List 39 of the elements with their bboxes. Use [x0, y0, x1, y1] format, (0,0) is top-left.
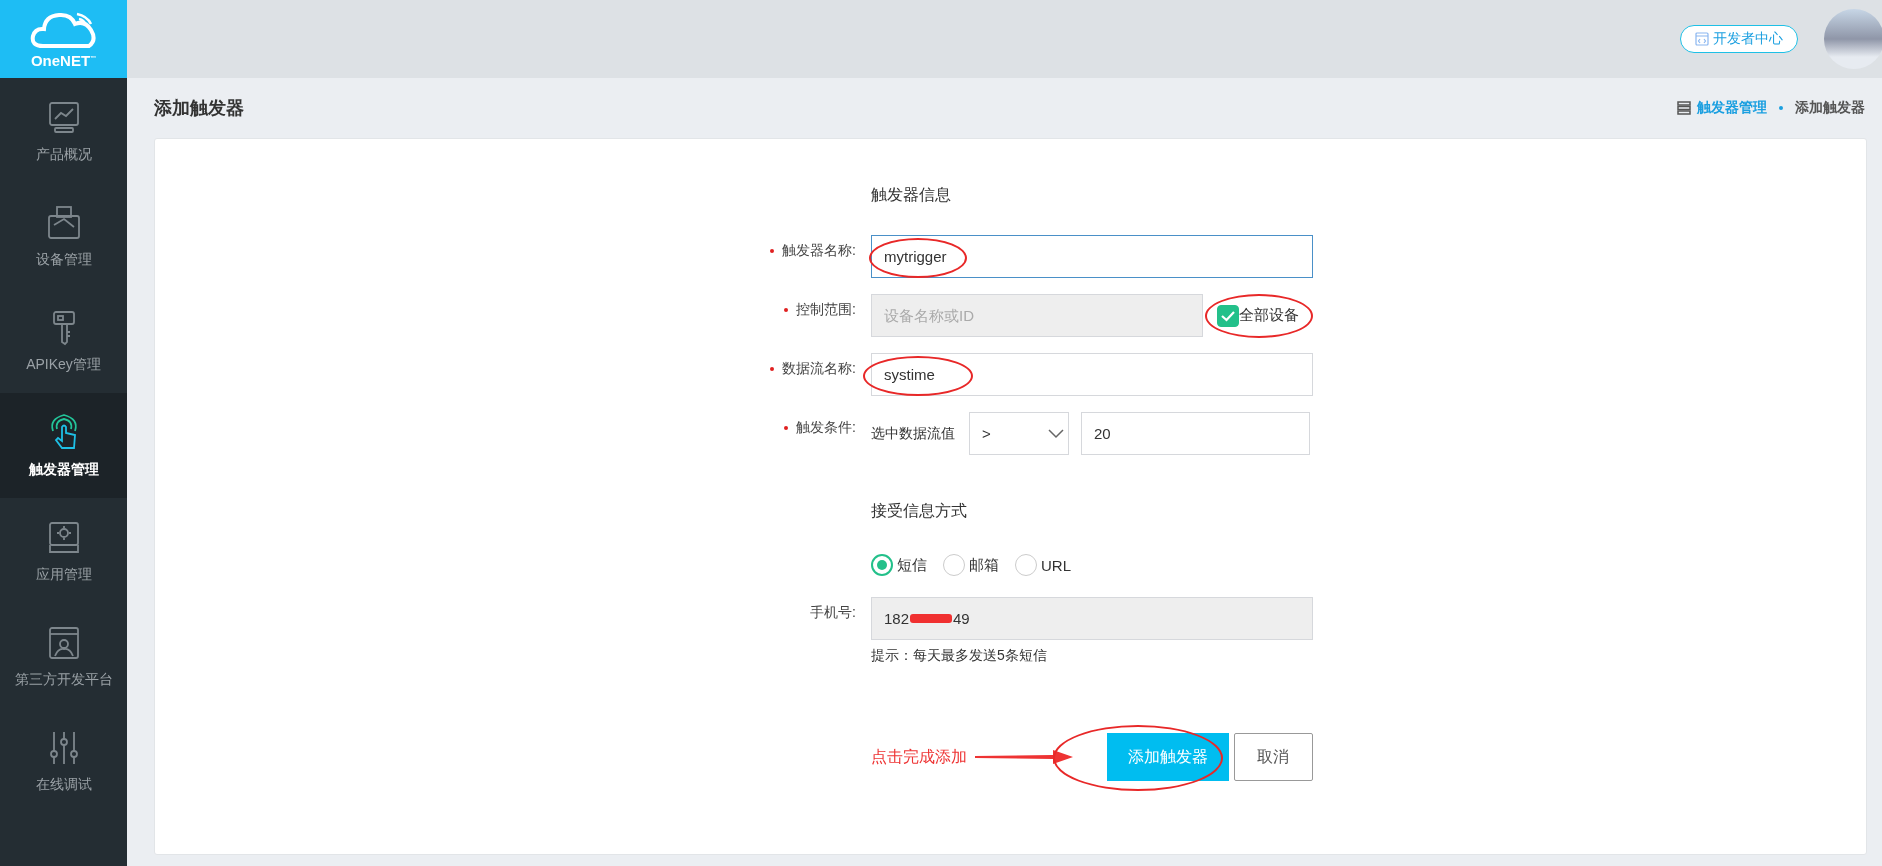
field-label: 手机号: — [810, 604, 856, 622]
device-search-field[interactable]: 设备名称或ID — [871, 294, 1203, 337]
sidebar-item[interactable]: 第三方开发平台 — [0, 603, 127, 708]
radio-label[interactable]: 邮箱 — [969, 555, 999, 575]
radio-button[interactable] — [1015, 554, 1037, 576]
breadcrumb-current: 添加触发器 — [1795, 99, 1865, 117]
condition-prefix: 选中数据流值 — [871, 424, 956, 443]
breadcrumb-separator-dot — [1779, 106, 1783, 110]
threshold-field[interactable]: 20 — [1081, 412, 1310, 455]
phone-number-field[interactable]: 182 49 — [871, 597, 1313, 640]
annotation-text: 点击完成添加 — [871, 746, 967, 767]
sidebar-item[interactable]: APIKey管理 — [0, 288, 127, 393]
sidebar-item[interactable]: 触发器管理 — [0, 393, 127, 498]
section-title: 触发器信息 — [871, 185, 952, 205]
checkbox[interactable] — [1217, 304, 1239, 327]
radio-label[interactable]: URL — [1041, 556, 1071, 574]
datastream-name-field[interactable]: systime — [871, 353, 1313, 396]
checkbox-label[interactable]: 全部设备 — [1239, 306, 1299, 325]
list-icon — [1677, 101, 1691, 115]
page-title: 添加触发器 — [154, 97, 244, 120]
cancel-button[interactable]: 取消 — [1233, 733, 1313, 781]
section-title: 接受信息方式 — [871, 501, 968, 521]
field-label: 触发器名称: — [782, 242, 856, 260]
operator-dropdown[interactable]: > — [969, 412, 1069, 455]
sidebar-item[interactable]: 设备管理 — [0, 183, 127, 288]
radio-button[interactable] — [871, 554, 893, 576]
radio-label[interactable]: 短信 — [897, 555, 927, 575]
trigger-name-field[interactable]: mytrigger — [871, 235, 1313, 278]
field-label: 控制范围: — [796, 301, 856, 319]
radio-button[interactable] — [943, 554, 965, 576]
sidebar-item[interactable]: 产品概况 — [0, 78, 127, 183]
logo-text: OneNET$^{™}$ — [30, 51, 97, 69]
sidebar-item[interactable]: 应用管理 — [0, 498, 127, 603]
hint-text: 提示：每天最多发送5条短信 — [871, 647, 1048, 665]
sidebar-item[interactable]: 在线调试 — [0, 708, 127, 813]
field-label: 数据流名称: — [782, 360, 856, 378]
chevron-down-icon — [1048, 428, 1064, 439]
field-label: 触发条件: — [796, 419, 856, 437]
code-window-icon — [1695, 32, 1709, 46]
